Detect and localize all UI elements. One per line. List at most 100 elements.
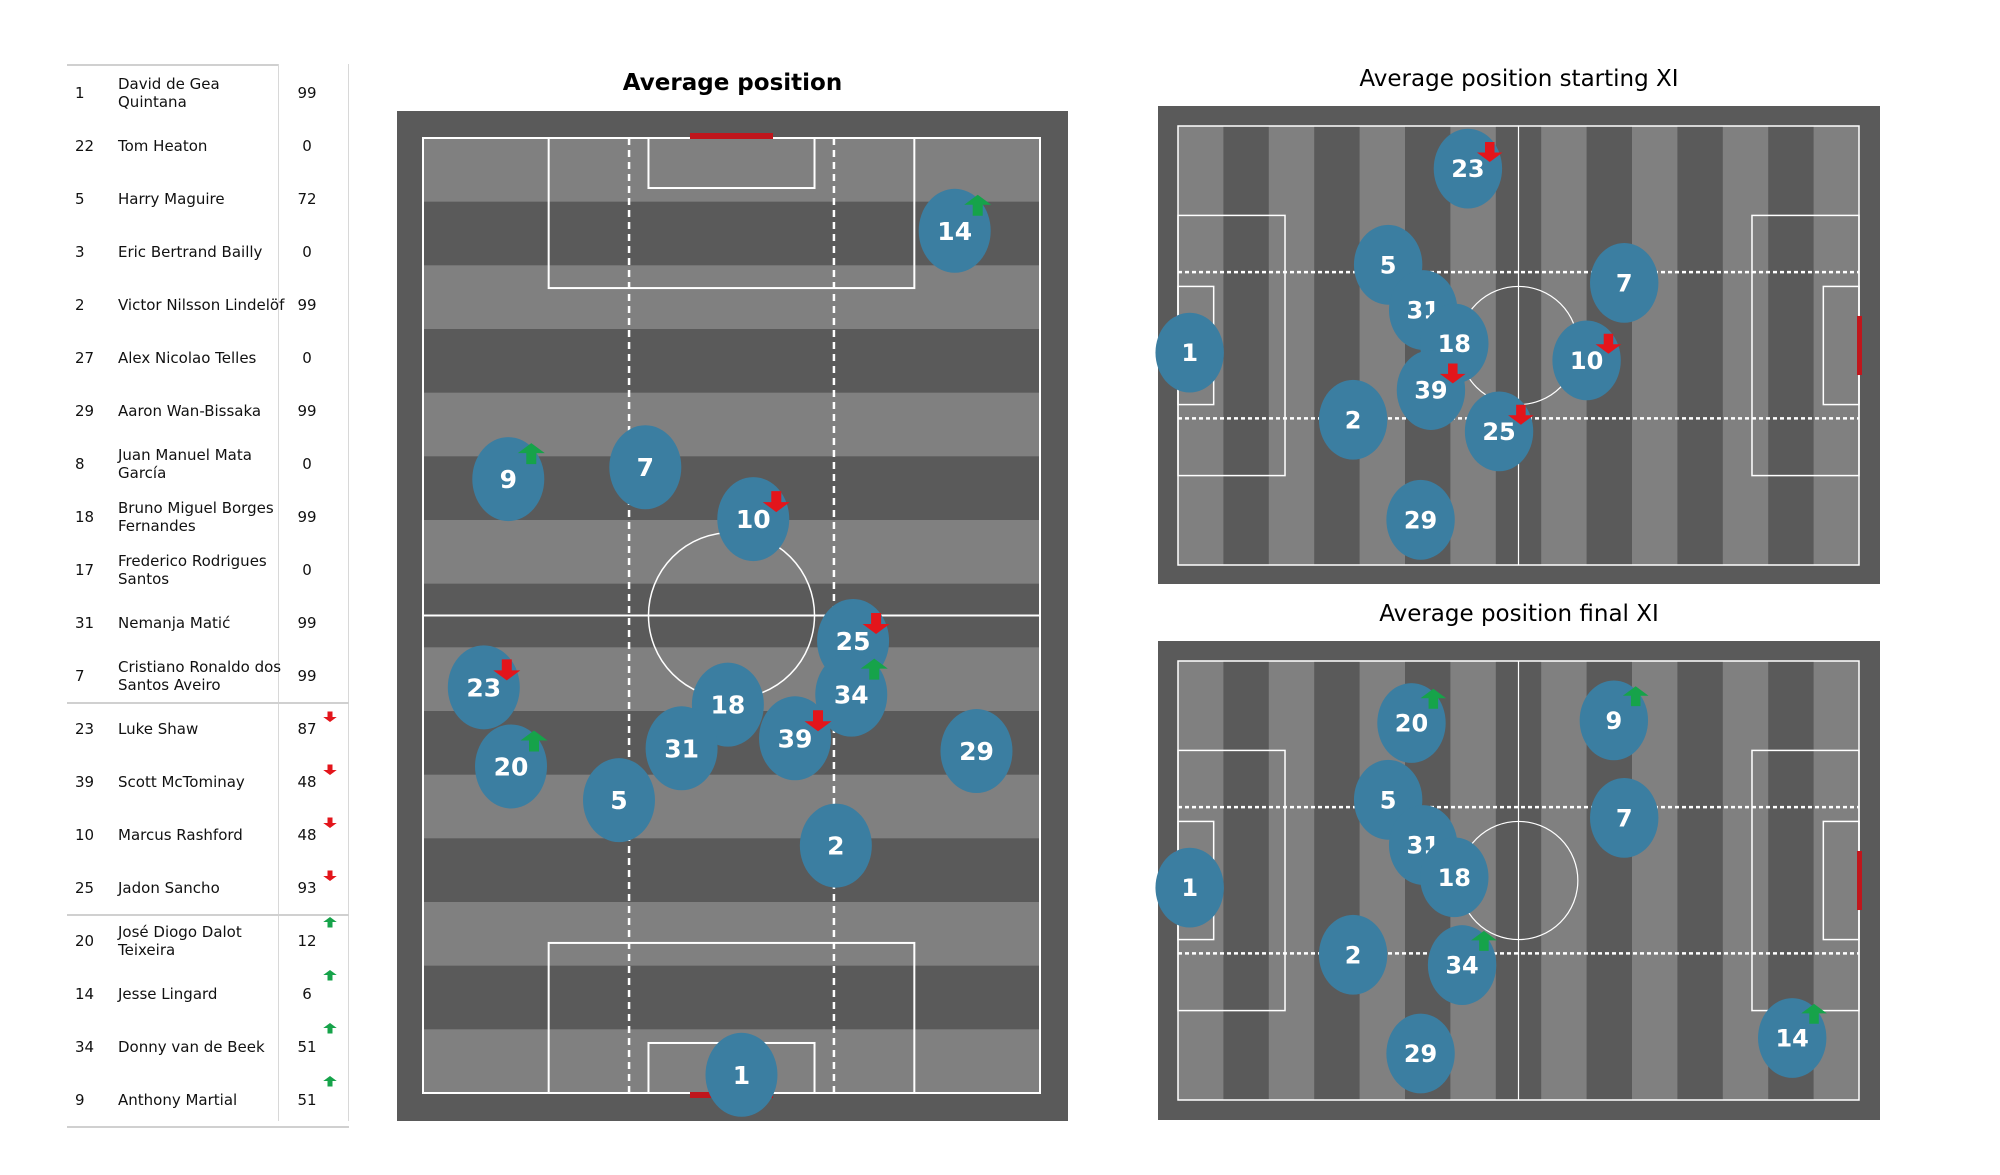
starting-xi-title: Average position starting XI xyxy=(1359,66,1679,92)
player-name: Juan Manuel Mata García xyxy=(118,445,252,482)
player-number-label: 14 xyxy=(1775,1025,1808,1053)
table-row: 10 Marcus Rashford 48 xyxy=(67,808,351,861)
player-marker: 1 xyxy=(1155,847,1224,928)
player-number: 1 xyxy=(75,83,85,102)
player-marker: 29 xyxy=(1386,479,1455,560)
player-number-label: 18 xyxy=(710,691,745,720)
player-marker: 7 xyxy=(1590,777,1659,858)
pitch-stripe xyxy=(1768,126,1815,565)
pitch-stripe xyxy=(423,838,1040,903)
player-marker: 29 xyxy=(940,709,1013,794)
table-row: 14 Jesse Lingard 6 xyxy=(67,967,351,1020)
player-number: 34 xyxy=(75,1037,95,1056)
player-number-label: 31 xyxy=(664,734,699,763)
player-marker: 20 xyxy=(1377,683,1447,763)
player-marker: 23 xyxy=(1433,128,1503,209)
substituted-on-arrow-icon xyxy=(323,1023,337,1034)
player-number: 31 xyxy=(75,613,95,632)
table-row: 17 Frederico Rodrigues Santos 0 xyxy=(67,543,351,596)
player-number-label: 20 xyxy=(1395,710,1428,738)
player-number-label: 25 xyxy=(1482,418,1515,446)
player-marker: 2 xyxy=(1318,914,1388,995)
substituted-on-arrow-icon xyxy=(323,970,337,981)
player-number: 10 xyxy=(75,825,95,844)
pitch-stripe xyxy=(423,329,1040,394)
player-number-label: 14 xyxy=(937,217,972,246)
minutes-played: 99 xyxy=(297,401,317,420)
minutes-played: 99 xyxy=(297,83,317,102)
player-name: Anthony Martial xyxy=(118,1090,238,1109)
player-number-label: 2 xyxy=(827,832,844,861)
substituted-on-arrow-icon xyxy=(323,1076,337,1087)
final-xi-title: Average position final XI xyxy=(1379,601,1659,627)
player-name: Frederico Rodrigues Santos xyxy=(118,551,267,588)
minutes-played: 99 xyxy=(297,507,317,526)
player-name: Eric Bertrand Bailly xyxy=(118,242,263,261)
player-number-label: 39 xyxy=(1414,377,1447,405)
player-name: Victor Nilsson Lindelöf xyxy=(118,295,285,314)
table-row: 25 Jadon Sancho 93 xyxy=(67,861,351,914)
player-marker: 2 xyxy=(1318,379,1388,460)
starting-xi-pitch: 235731181 10392 2529 xyxy=(1155,106,1880,584)
player-name: Luke Shaw xyxy=(118,719,199,738)
player-name: David de Gea Quintana xyxy=(118,74,220,111)
player-number-label: 9 xyxy=(1605,707,1622,735)
player-number-label: 7 xyxy=(1616,804,1633,832)
goal-right xyxy=(1857,850,1862,911)
pitch-stripe xyxy=(1223,126,1270,565)
player-name: Marcus Rashford xyxy=(118,825,243,844)
player-name: José Diogo Dalot Teixeira xyxy=(118,922,242,959)
average-position-pitch: 14 9 7 10 25 23 34 18 39 31 29 20 5 2 1 xyxy=(397,111,1068,1121)
table-row: 3 Eric Bertrand Bailly 0 xyxy=(67,225,351,278)
table-row: 2 Victor Nilsson Lindelöf 99 xyxy=(67,278,351,331)
player-number-label: 20 xyxy=(494,752,529,781)
pitch-stripe xyxy=(1632,126,1678,565)
substituted-on-arrow-icon xyxy=(323,917,337,928)
table-row: 22 Tom Heaton 0 xyxy=(67,119,351,172)
pitch-stripe xyxy=(1314,661,1361,1100)
minutes-played: 0 xyxy=(302,454,312,473)
player-marker: 31 xyxy=(645,706,718,791)
player-number-label: 23 xyxy=(1451,155,1484,183)
table-row: 31 Nemanja Matić 99 xyxy=(67,596,351,649)
substituted-off-arrow-icon xyxy=(323,711,337,722)
player-number: 2 xyxy=(75,295,85,314)
player-number-label: 29 xyxy=(1404,506,1437,534)
player-name: Alex Nicolao Telles xyxy=(118,348,257,367)
table-row: 8 Juan Manuel Mata García 0 xyxy=(67,437,351,490)
player-marker: 10 xyxy=(717,477,790,562)
substituted-off-arrow-icon xyxy=(323,870,337,881)
player-number-label: 5 xyxy=(1380,786,1397,814)
player-number: 8 xyxy=(75,454,85,473)
player-number-label: 7 xyxy=(1616,269,1633,297)
player-marker: 1 xyxy=(705,1032,778,1117)
minutes-played: 99 xyxy=(297,666,317,685)
table-row: 23 Luke Shaw 87 xyxy=(67,702,351,755)
player-marker: 10 xyxy=(1552,320,1622,401)
minutes-played: 0 xyxy=(302,242,312,261)
pitch-stripe xyxy=(423,965,1040,1030)
player-name: Tom Heaton xyxy=(118,136,208,155)
pitch-stripe xyxy=(423,265,1040,330)
table-divider xyxy=(67,1126,349,1128)
player-number-label: 1 xyxy=(733,1061,750,1090)
player-number-label: 9 xyxy=(500,465,517,494)
table-row: 5 Harry Maguire 72 xyxy=(67,172,351,225)
player-marker: 20 xyxy=(475,724,548,809)
player-number: 25 xyxy=(75,878,95,897)
player-number: 3 xyxy=(75,242,85,261)
player-number-label: 1 xyxy=(1181,874,1198,902)
player-number-label: 34 xyxy=(1445,952,1478,980)
player-name: Aaron Wan-Bissaka xyxy=(118,401,262,420)
minutes-played: 0 xyxy=(302,560,312,579)
player-marker: 14 xyxy=(1757,998,1827,1078)
player-number-label: 7 xyxy=(637,453,654,482)
player-name: Harry Maguire xyxy=(118,189,225,208)
player-number: 23 xyxy=(75,719,95,738)
player-name: Jadon Sancho xyxy=(118,878,220,897)
player-marker: 25 xyxy=(1464,391,1534,472)
player-number-label: 2 xyxy=(1345,406,1362,434)
player-marker: 18 xyxy=(1420,837,1489,918)
player-number: 27 xyxy=(75,348,95,367)
player-number: 20 xyxy=(75,931,95,950)
